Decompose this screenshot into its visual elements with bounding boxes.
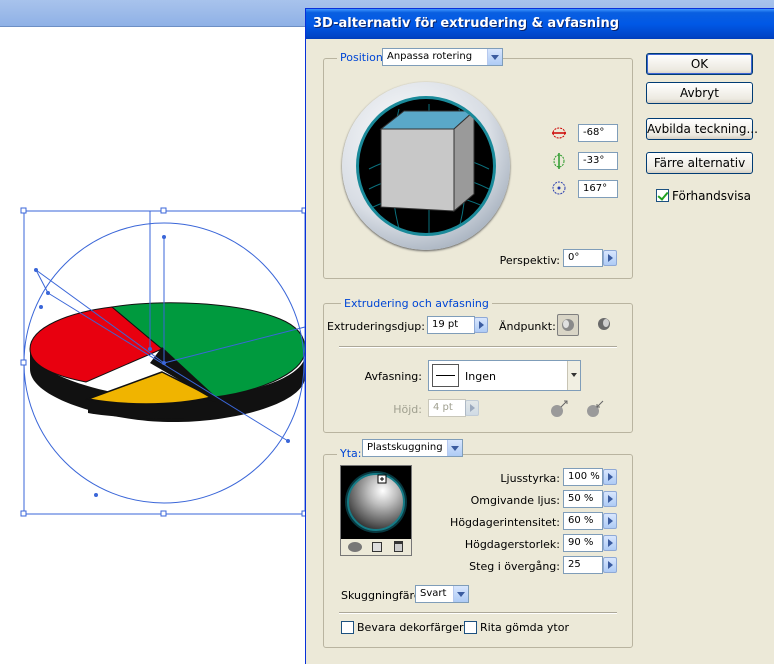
bevel-value: Ingen <box>465 370 496 383</box>
dialog-title: 3D-alternativ för extrudering & avfasnin… <box>313 16 620 31</box>
highlight-size-slider-button[interactable] <box>603 535 617 551</box>
chevron-down-icon[interactable] <box>453 586 468 602</box>
rotate-x-icon <box>552 127 566 139</box>
height-value: 4 pt <box>433 402 453 413</box>
bevel-extent-out-icon[interactable] <box>548 399 570 419</box>
perspective-slider-button[interactable] <box>603 250 617 266</box>
rotate-y-value: -33° <box>583 155 605 166</box>
lighting-tools-bar <box>340 539 412 556</box>
bevel-dropdown[interactable]: Ingen <box>428 360 581 391</box>
ambient-light-value: 50 % <box>568 493 594 504</box>
surface-dropdown[interactable]: Plastskuggning <box>362 439 463 457</box>
preview-checkbox[interactable] <box>656 189 669 202</box>
rotate-x-input[interactable]: -68° <box>578 124 618 142</box>
highlight-intensity-value: 60 % <box>568 515 594 526</box>
bevel-extent-in-icon[interactable] <box>584 399 606 419</box>
extrude-separator <box>339 346 617 348</box>
draw-hidden-checkbox[interactable] <box>464 621 477 634</box>
light-intensity-slider-button[interactable] <box>603 469 617 485</box>
extrude-depth-slider-button[interactable] <box>474 317 488 333</box>
chevron-down-icon[interactable] <box>567 361 580 390</box>
ambient-light-label: Omgivande ljus: <box>470 494 560 507</box>
highlight-size-input[interactable]: 90 % <box>563 534 603 552</box>
ok-button[interactable]: OK <box>646 53 753 75</box>
lighting-sphere-icon <box>345 471 407 533</box>
light-intensity-value: 100 % <box>568 471 600 482</box>
rotate-z-value: 167° <box>583 183 608 194</box>
cap-off-icon <box>598 318 610 330</box>
cap-on-button[interactable] <box>557 314 579 336</box>
perspective-label: Perspektiv: <box>499 254 560 267</box>
highlight-size-label: Högdagerstorlek: <box>464 538 560 551</box>
fewer-options-button[interactable]: Färre alternativ <box>646 152 753 174</box>
perspective-input[interactable]: 0° <box>563 249 603 267</box>
rotate-z-icon <box>552 181 566 195</box>
perspective-value: 0° <box>568 252 580 263</box>
surface-separator <box>339 612 617 614</box>
blend-steps-label: Steg i övergång: <box>469 560 560 573</box>
highlight-intensity-label: Högdagerintensitet: <box>450 516 560 529</box>
blend-steps-input[interactable]: 25 <box>563 556 603 574</box>
surface-label: Yta: <box>337 447 365 460</box>
blend-steps-value: 25 <box>568 559 581 570</box>
height-slider-button[interactable] <box>465 400 479 416</box>
rotate-x-value: -68° <box>583 127 605 138</box>
blend-steps-slider-button[interactable] <box>603 557 617 573</box>
map-art-button[interactable]: Avbilda teckning... <box>646 118 758 140</box>
cap-off-button[interactable] <box>594 314 616 336</box>
extrude-depth-value: 19 pt <box>432 319 459 330</box>
rotate-y-input[interactable]: -33° <box>578 152 618 170</box>
trackball-cube-view[interactable] <box>356 96 496 236</box>
dialog-title-bar[interactable]: 3D-alternativ för extrudering & avfasnin… <box>306 9 774 39</box>
position-dropdown[interactable]: Anpassa rotering <box>382 48 503 66</box>
bevel-preview-icon <box>432 364 459 387</box>
light-intensity-label: Ljusstyrka: <box>500 472 560 485</box>
shading-color-value: Svart <box>420 588 447 599</box>
rotate-z-input[interactable]: 167° <box>578 180 618 198</box>
height-label: Höjd: <box>393 403 422 416</box>
preserve-spot-label[interactable]: Bevara dekorfärger <box>357 621 464 634</box>
extrude-depth-input[interactable]: 19 pt <box>427 316 475 334</box>
new-light-icon[interactable] <box>372 542 382 552</box>
ambient-light-slider-button[interactable] <box>603 491 617 507</box>
cap-on-icon <box>562 319 574 331</box>
draw-hidden-label[interactable]: Rita gömda ytor <box>480 621 569 634</box>
position-dropdown-value: Anpassa rotering <box>387 51 473 62</box>
shading-color-label: Skuggningfärg: <box>341 589 425 602</box>
cube-icon <box>368 104 490 233</box>
cancel-button[interactable]: Avbryt <box>646 82 753 104</box>
bevel-label: Avfasning: <box>364 370 422 383</box>
trash-icon[interactable] <box>394 541 403 552</box>
chevron-down-icon[interactable] <box>447 440 462 456</box>
preserve-spot-checkbox[interactable] <box>341 621 354 634</box>
extrude-depth-label: Extruderingsdjup: <box>327 320 425 333</box>
surface-dropdown-value: Plastskuggning <box>367 442 443 453</box>
rotate-y-icon <box>553 153 565 169</box>
height-input[interactable]: 4 pt <box>428 399 466 417</box>
extrude-section-label: Extrudering och avfasning <box>341 297 492 310</box>
light-intensity-input[interactable]: 100 % <box>563 468 603 486</box>
highlight-intensity-slider-button[interactable] <box>603 513 617 529</box>
extrude-bevel-dialog: 3D-alternativ för extrudering & avfasnin… <box>305 8 774 664</box>
cap-label: Ändpunkt: <box>499 320 556 333</box>
rotation-trackball[interactable] <box>342 82 510 250</box>
highlight-intensity-input[interactable]: 60 % <box>563 512 603 530</box>
ambient-light-input[interactable]: 50 % <box>563 490 603 508</box>
artboard-3d-pie[interactable] <box>0 27 310 627</box>
shading-color-dropdown[interactable]: Svart <box>415 585 469 603</box>
move-light-back-icon[interactable] <box>348 542 362 552</box>
chevron-down-icon[interactable] <box>487 49 502 65</box>
preview-label[interactable]: Förhandsvisa <box>672 189 751 203</box>
highlight-size-value: 90 % <box>568 537 594 548</box>
